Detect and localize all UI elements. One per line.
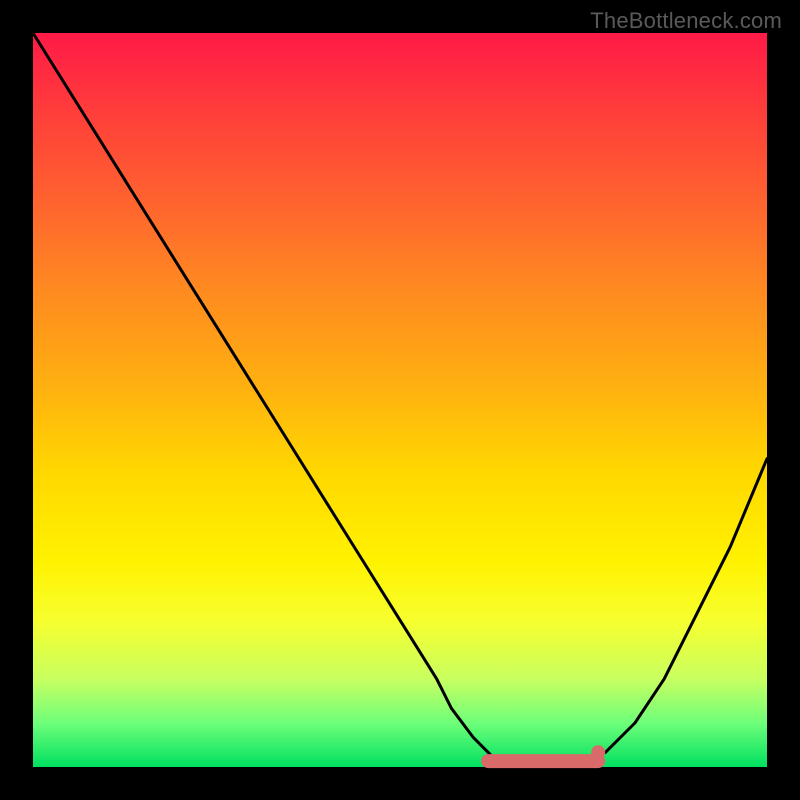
bottleneck-curve-svg: [33, 33, 767, 767]
plateau-end-dot: [591, 745, 605, 759]
chart-container: TheBottleneck.com: [0, 0, 800, 800]
watermark-text: TheBottleneck.com: [590, 8, 782, 34]
plot-area: [33, 33, 767, 767]
bottleneck-curve-path: [33, 33, 767, 767]
